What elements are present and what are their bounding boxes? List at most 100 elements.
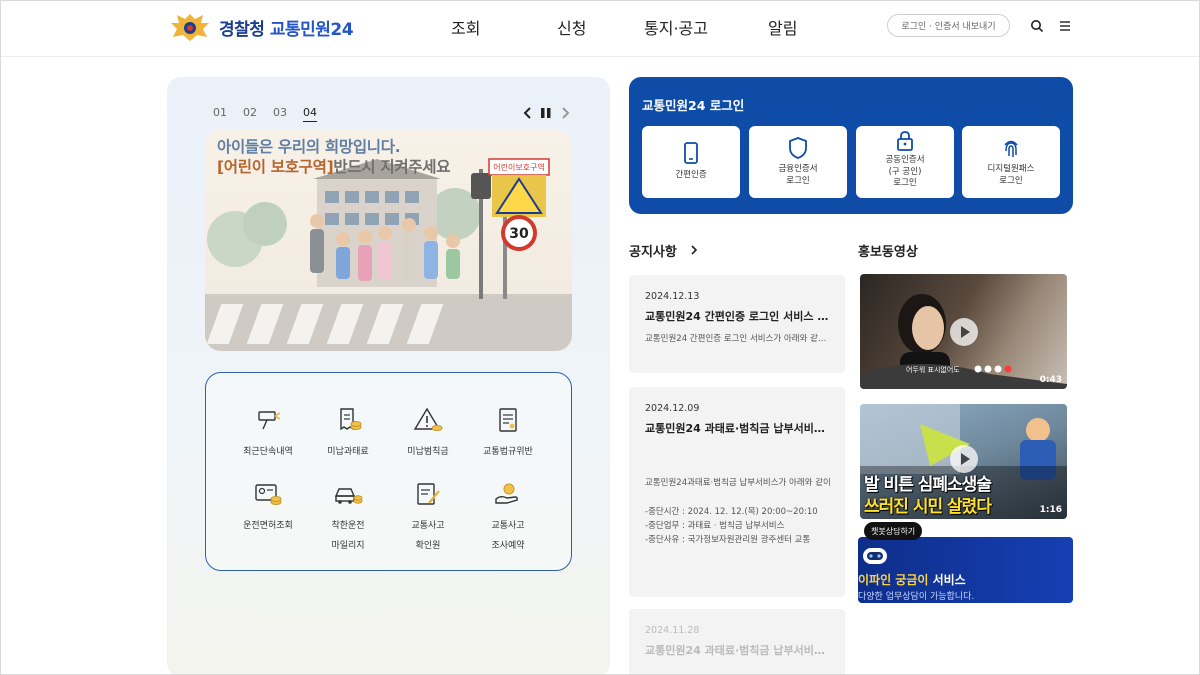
pause-icon[interactable] [539,105,553,121]
login-option-label: 공동인증서 (구 공인) 로그인 [885,155,925,188]
car-coin-icon [334,488,363,504]
notice-title: 교통민원24 과태료·범칙금 납부서비스 일시 중단 안내 [645,422,831,435]
site-header: 경찰청 교통민원24 조회 신청 통지·공고 알림 로그인 · 인증서 내보내기 [1,1,1199,57]
quick-menu-unpaid-fines[interactable]: 미납과태료 [308,407,388,459]
login-title: 교통민원24 로그인 [642,98,745,113]
chatbot-title: 이파인 궁금이 서비스 [858,571,966,588]
notice-desc: 교통민원24 간편인증 로그인 서비스가 아래와 같이 일시 중단됩니다. [645,334,831,344]
fingerprint-icon [1004,140,1018,157]
police-emblem-icon [171,14,209,41]
notice-date: 2024.12.13 [645,291,700,302]
menu-icon[interactable] [1058,19,1072,33]
nav-item-application[interactable]: 신청 [557,15,586,39]
warning-coin-icon [413,407,443,431]
quick-menu: 최근단속내역 미납과태료 미납범칙금 교통법규위반 운전면허조회 착한운전 마일… [205,372,572,571]
carousel-page-3[interactable]: 03 [273,106,287,122]
banner-headline: 아이들은 우리의 희망입니다. [217,138,401,156]
receipt-coin-icon [340,408,362,431]
notice-desc: 교통민원24과태료·범칙금 납부서비스가 아래와 같이 일시 중단됩니다. [645,478,831,488]
chevron-right-icon[interactable] [558,105,572,121]
quick-menu-label: 미납범칙금 [407,447,449,457]
logo-text-agency: 경찰청 [219,19,265,40]
login-cert-export-button[interactable]: 로그인 · 인증서 내보내기 [887,14,1010,37]
quick-menu-label: 운전면허조회 [243,521,293,531]
carousel-page-4[interactable]: 04 [303,106,317,122]
quick-menu-label: 착한운전 마일리지 [331,521,365,551]
notice-line: -중단시간 : 2024. 12. 12.(목) 20:00~20:10 [645,507,818,517]
logo-text-service: 교통민원24 [269,19,354,40]
form-pen-icon [417,483,440,505]
notices-title[interactable]: 공지사항 [629,241,677,260]
quick-menu-traffic-violation[interactable]: 교통법규위반 [468,407,548,459]
banner-highlight: [어린이 보호구역] [217,158,334,176]
chevron-right-icon[interactable] [689,244,699,256]
video-thumbnail[interactable]: 어두워 표시없어도 0:43 [860,274,1067,389]
nav-item-notice-announce[interactable]: 통지·공고 [644,15,708,39]
phone-icon [684,142,698,164]
login-panel: 교통민원24 로그인 간편인증 금융인증서 로그인 공동인증서 (구 공인) 로… [629,77,1073,214]
shield-icon [789,137,807,159]
carousel-pagination: 01 02 03 04 [213,106,317,122]
chevron-left-icon[interactable] [521,105,535,121]
videos-title: 홍보동영상 [858,245,918,260]
carousel-page-1[interactable]: 01 [213,106,227,122]
chatbot-title-rest: 서비스 [928,573,966,587]
document-icon [499,408,517,432]
sign-school-zone-text: 어린이보호구역 [493,162,545,172]
quick-menu-label: 최근단속내역 [243,447,293,457]
chatbot-subtitle: 다양한 업무상담이 가능합니다. [858,592,975,602]
chatbot-tooltip[interactable]: 챗봇상담하기 [864,522,923,540]
notice-date: 2024.11.28 [645,625,700,636]
carousel-page-2[interactable]: 02 [243,106,257,122]
notice-title: 교통민원24 간편인증 로그인 서비스 일시 중단 안내 [645,310,831,323]
school-zone-banner[interactable]: 어린이보호구역 30 아이들은 우리의 희망입니다. [어린이 보호구역]반드시… [205,129,572,351]
nav-item-alerts[interactable]: 알림 [768,15,797,39]
quick-menu-accident-certificate[interactable]: 교통사고 확인원 [388,481,468,553]
robot-icon [863,548,887,564]
license-icon [255,484,282,505]
banner-subheadline-rest: 반드시 지켜주세요 [333,158,451,176]
quick-menu-label: 교통사고 조사예약 [491,521,525,551]
video-overlay-subtitle: 쓰러진 시민 살렸다 [864,497,992,517]
quick-menu-unpaid-penalties[interactable]: 미납범칙금 [388,407,468,459]
notice-item[interactable]: 2024.12.09 교통민원24 과태료·범칙금 납부서비스 일시 중단 안내… [629,387,845,597]
notice-date: 2024.12.09 [645,403,700,414]
hand-coin-icon [495,483,518,504]
page: 경찰청 교통민원24 조회 신청 통지·공고 알림 로그인 · 인증서 내보내기… [0,0,1200,675]
nav-item-inquiry[interactable]: 조회 [451,15,480,39]
video-thumbnail[interactable]: 발 비튼 심폐소생술 쓰러진 시민 살렸다 1:16 [860,404,1067,519]
search-icon[interactable] [1030,19,1044,33]
quick-menu-recent-enforcement[interactable]: 최근단속내역 [228,407,308,459]
login-simple-auth-button[interactable]: 간편인증 [642,126,740,198]
login-digital-onepass-button[interactable]: 디지털원패스 로그인 [962,126,1060,198]
notice-title: 교통민원24 과태료·범칙금 납부서비스 일시 중단 안내 [645,644,831,657]
login-joint-cert-button[interactable]: 공동인증서 (구 공인) 로그인 [856,126,954,198]
quick-menu-accident-investigation[interactable]: 교통사고 조사예약 [468,481,548,553]
login-option-label: 디지털원패스 로그인 [987,164,1035,186]
quick-menu-safe-driving-mileage[interactable]: 착한운전 마일리지 [308,481,388,553]
login-option-label: 금융인증서 로그인 [778,164,818,186]
banner-subheadline: [어린이 보호구역]반드시 지켜주세요 [217,155,450,177]
logo-text: 경찰청 교통민원24 [219,15,354,40]
notice-item[interactable]: 2024.11.28 교통민원24 과태료·범칙금 납부서비스 일시 중단 안내 [629,609,845,674]
play-icon[interactable] [950,445,978,473]
chatbot-title-highlight: 이파인 궁금이 [858,573,929,587]
video-caption: 어두워 표시없어도 [906,366,960,374]
speed-limit-text: 30 [509,226,529,242]
play-icon[interactable] [950,318,978,346]
login-option-label: 간편인증 [675,170,707,180]
video-duration: 0:43 [1039,375,1062,385]
notice-item[interactable]: 2024.12.13 교통민원24 간편인증 로그인 서비스 일시 중단 안내 … [629,275,845,373]
site-logo[interactable]: 경찰청 교통민원24 [167,11,354,43]
login-financial-cert-button[interactable]: 금융인증서 로그인 [749,126,847,198]
video-duration: 1:16 [1039,505,1062,515]
chatbot-banner[interactable]: 이파인 궁금이 서비스 다양한 업무상담이 가능합니다. [858,537,1073,603]
quick-menu-label: 교통사고 확인원 [411,521,445,551]
notice-line: -중단업무 : 과태료 · 범칙금 납부서비스 [645,521,785,531]
camera-icon [258,411,281,430]
quick-menu-label: 교통법규위반 [483,447,533,457]
quick-menu-label: 미납과태료 [327,447,369,457]
quick-menu-license-inquiry[interactable]: 운전면허조회 [228,481,308,533]
notice-line: -중단사유 : 국가정보자원관리원 광주센터 교통 [645,535,811,545]
lock-icon [897,131,913,151]
